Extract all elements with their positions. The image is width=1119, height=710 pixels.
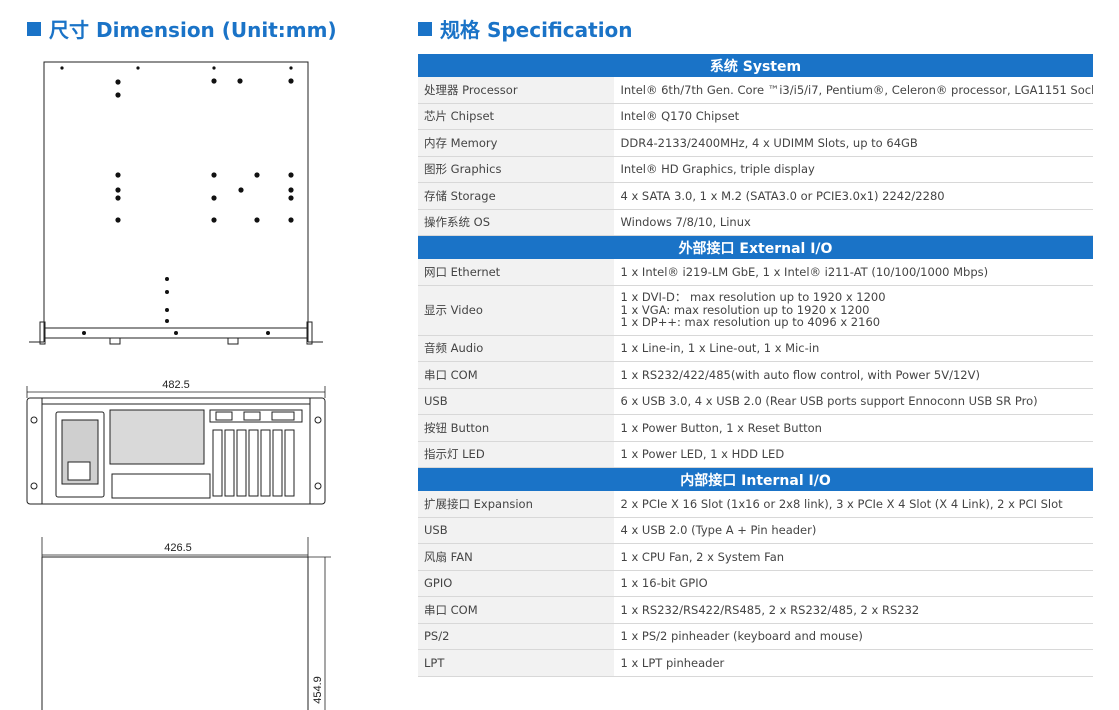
expansion-slots — [212, 429, 295, 497]
spec-value: 1 x Intel® i219-LM GbE, 1 x Intel® i211-… — [614, 259, 1093, 286]
spec-value: 1 x 16-bit GPIO — [614, 570, 1093, 597]
spec-value: DDR4-2133/2400MHz, 4 x UDIMM Slots, up t… — [614, 129, 1093, 157]
spec-label: 指示灯 LED — [418, 441, 615, 468]
section-title: 系统 System — [418, 53, 1093, 77]
depth-dimension-label: 426.5 — [164, 542, 192, 554]
spec-row: PS/2 1 x PS/2 pinheader (keyboard and mou… — [418, 623, 1093, 650]
heading-square-icon — [418, 21, 432, 36]
spec-row: 串口 COM 1 x RS232/RS422/RS485, 2 x RS232/4… — [418, 596, 1093, 624]
section-title: 外部接口 External I/O — [418, 235, 1093, 259]
spec-label: 扩展接口 Expansion — [418, 491, 615, 518]
spec-row: 网口 Ethernet 1 x Intel® i219-LM GbE, 1 x I… — [418, 259, 1093, 286]
spec-value: 4 x SATA 3.0, 1 x M.2 (SATA3.0 or PCIE3.… — [614, 182, 1093, 210]
spec-row: 音频 Audio 1 x Line-in, 1 x Line-out, 1 x M… — [418, 335, 1093, 362]
spec-value: 1 x CPU Fan, 2 x System Fan — [614, 543, 1093, 571]
spec-row: 内存 Memory DDR4-2133/2400MHz, 4 x UDIMM Sl… — [418, 129, 1093, 157]
spec-value: 1 x Power Button, 1 x Reset Button — [614, 414, 1093, 442]
spec-value: 1 x LPT pinheader — [614, 649, 1093, 677]
depth-dimension-line — [41, 537, 331, 710]
spec-label: 网口 Ethernet — [418, 259, 615, 286]
spec-value: Intel® HD Graphics, triple display — [614, 156, 1093, 183]
spec-value: 1 x Power LED, 1 x HDD LED — [614, 441, 1093, 468]
spec-value: Windows 7/8/10, Linux — [614, 209, 1093, 236]
spec-value: 1 x RS232/RS422/RS485, 2 x RS232/485, 2 … — [614, 596, 1093, 624]
spec-label: 风扇 FAN — [418, 543, 615, 571]
spec-label: GPIO — [418, 570, 615, 597]
width-dimension-label: 482.5 — [162, 379, 190, 391]
spec-label: PS/2 — [418, 623, 615, 650]
spec-value: Intel® Q170 Chipset — [614, 103, 1093, 130]
spec-row: 显示 Video 1 x DVI-D： max resolution up to … — [418, 285, 1093, 336]
spec-label: 图形 Graphics — [418, 156, 615, 183]
spec-label: 内存 Memory — [418, 129, 615, 157]
spec-row: 指示灯 LED 1 x Power LED, 1 x HDD LED — [418, 441, 1093, 468]
spec-row: 操作系统 OS Windows 7/8/10, Linux — [418, 209, 1093, 236]
spec-label: USB — [418, 517, 615, 544]
spec-label: USB — [418, 388, 615, 415]
spec-value: 1 x RS232/422/485(with auto flow control… — [614, 361, 1093, 389]
spec-value: 4 x USB 2.0 (Type A + Pin header) — [614, 517, 1093, 544]
spec-value: 1 x DVI-D： max resolution up to 1920 x 1… — [614, 285, 1093, 336]
spec-row: USB 4 x USB 2.0 (Type A + Pin header) — [418, 517, 1093, 544]
top-view-holes — [60, 66, 294, 335]
spec-value: 1 x Line-in, 1 x Line-out, 1 x Mic-in — [614, 335, 1093, 362]
spec-value-line: 1 x DVI-D： max resolution up to 1920 x 1… — [620, 290, 886, 305]
spec-row: 串口 COM 1 x RS232/422/485(with auto flow c… — [418, 361, 1093, 389]
spec-label: 芯片 Chipset — [418, 103, 615, 130]
spec-label: 串口 COM — [418, 596, 615, 624]
top-view-drawing — [29, 61, 323, 345]
spec-label: 操作系统 OS — [418, 209, 615, 236]
spec-value: 6 x USB 3.0, 4 x USB 2.0 (Rear USB ports… — [614, 388, 1093, 415]
spec-row: LPT 1 x LPT pinheader — [418, 649, 1093, 677]
spec-value: 1 x PS/2 pinheader (keyboard and mouse) — [614, 623, 1093, 650]
specification-heading: 规格 Specification — [418, 14, 633, 43]
spec-row: 存储 Storage 4 x SATA 3.0, 1 x M.2 (SATA3.0… — [418, 182, 1093, 210]
spec-row: GPIO 1 x 16-bit GPIO — [418, 570, 1093, 597]
specification-heading-text: 规格 Specification — [440, 18, 633, 42]
spec-label: LPT — [418, 649, 615, 677]
spec-value-line: 1 x DP++: max resolution up to 4096 x 21… — [620, 315, 881, 330]
height-dimension-label: 454.9 — [312, 676, 324, 704]
specification-table: 系统 System 处理器 Processor Intel® 6th/7th Gen… — [418, 53, 1093, 677]
spec-label: 处理器 Processor — [418, 77, 615, 104]
section-header-row: 外部接口 External I/O — [418, 235, 1093, 259]
spec-label: 串口 COM — [418, 361, 615, 389]
spec-value: Intel® 6th/7th Gen. Core ™i3/i5/i7, Pent… — [614, 77, 1093, 104]
spec-row: 按钮 Button 1 x Power Button, 1 x Reset But… — [418, 414, 1093, 442]
spec-row: 风扇 FAN 1 x CPU Fan, 2 x System Fan — [418, 543, 1093, 571]
section-header-row: 系统 System — [418, 53, 1093, 77]
spec-row: 处理器 Processor Intel® 6th/7th Gen. Core ™i… — [418, 77, 1093, 104]
spec-row: 芯片 Chipset Intel® Q170 Chipset — [418, 103, 1093, 130]
spec-row: 图形 Graphics Intel® HD Graphics, triple di… — [418, 156, 1093, 183]
spec-label: 显示 Video — [418, 285, 615, 336]
spec-row: USB 6 x USB 3.0, 4 x USB 2.0 (Rear USB po… — [418, 388, 1093, 415]
side-view-drawing — [41, 556, 309, 710]
spec-row: 扩展接口 Expansion 2 x PCIe X 16 Slot (1x16 o… — [418, 491, 1093, 518]
dimension-drawings: 482.5 426.5 454.9 — [26, 61, 331, 710]
spec-label: 音频 Audio — [418, 335, 615, 362]
spec-value: 2 x PCIe X 16 Slot (1x16 or 2x8 link), 3… — [614, 491, 1093, 518]
section-header-row: 内部接口 Internal I/O — [418, 467, 1093, 491]
spec-label: 存储 Storage — [418, 182, 615, 210]
section-title: 内部接口 Internal I/O — [418, 467, 1093, 491]
spec-label: 按钮 Button — [418, 414, 615, 442]
